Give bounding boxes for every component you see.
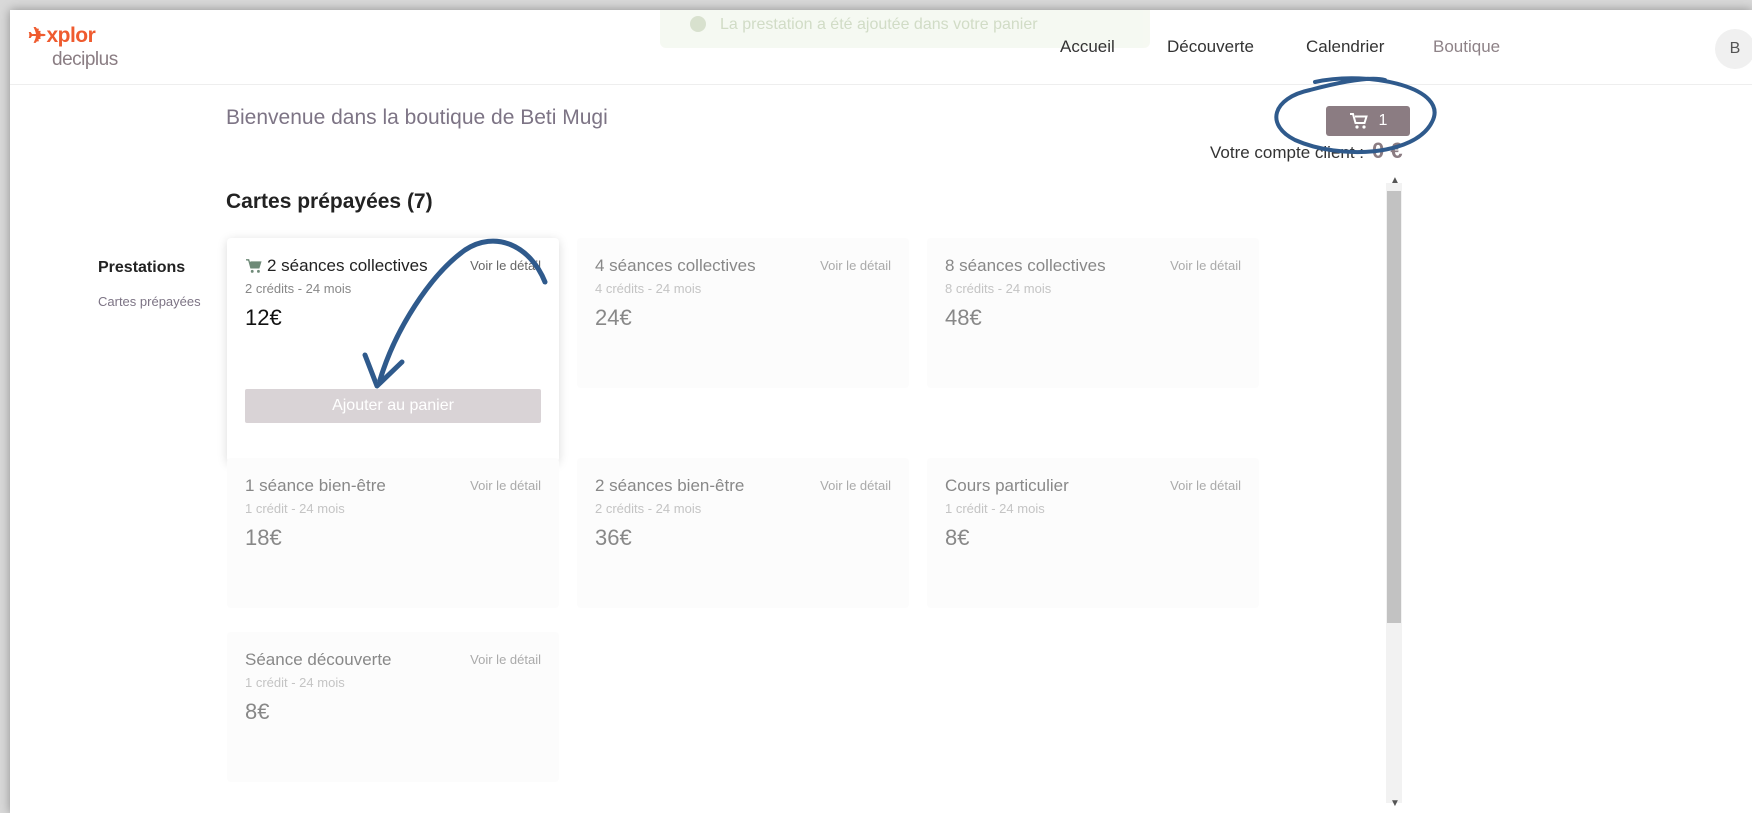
scrollbar-thumb[interactable]	[1387, 191, 1401, 623]
toast-text: La prestation a été ajoutée dans votre p…	[720, 16, 1038, 33]
card-title: Cours particulier	[945, 476, 1069, 495]
product-card-4-collectives[interactable]: 4 séances collectives Voir le détail 4 c…	[577, 238, 909, 388]
detail-link[interactable]: Voir le détail	[470, 652, 541, 667]
product-card-2-collectives[interactable]: 2 séances collectives Voir le détail 2 c…	[227, 238, 559, 462]
card-price: 12€	[245, 305, 282, 330]
card-price: 48€	[945, 305, 982, 330]
section-title: Cartes prépayées (7)	[226, 190, 433, 213]
detail-link[interactable]: Voir le détail	[470, 258, 541, 273]
product-card-seance-decouverte[interactable]: Séance découverte Voir le détail 1 crédi…	[227, 632, 559, 782]
logo-xplor: xplor	[46, 24, 96, 47]
nav-decouverte[interactable]: Découverte	[1167, 37, 1254, 57]
nav-calendrier[interactable]: Calendrier	[1306, 37, 1384, 57]
product-card-1-bien-etre[interactable]: 1 séance bien-être Voir le détail 1 créd…	[227, 458, 559, 608]
scroll-up-icon[interactable]: ▲	[1390, 175, 1400, 186]
rocket-icon: ✈	[28, 23, 47, 48]
card-title-text: 2 séances collectives	[267, 256, 428, 275]
top-bar: ✈ xplor deciplus La prestation a été ajo…	[10, 10, 1752, 85]
card-title: 2 séances bien-être	[595, 476, 745, 495]
product-card-8-collectives[interactable]: 8 séances collectives Voir le détail 8 c…	[927, 238, 1259, 388]
card-price: 8€	[245, 699, 270, 724]
product-card-cours-particulier[interactable]: Cours particulier Voir le détail 1 crédi…	[927, 458, 1259, 608]
card-title: 8 séances collectives	[945, 256, 1106, 275]
account-value: 0 €	[1372, 138, 1403, 163]
card-subtitle: 2 crédits - 24 mois	[595, 501, 702, 516]
app-window: ✈ xplor deciplus La prestation a été ajo…	[10, 10, 1752, 813]
cart-count: 1	[1378, 112, 1388, 129]
card-title: 1 séance bien-être	[245, 476, 386, 495]
card-price: 8€	[945, 525, 970, 550]
cart-icon	[246, 259, 262, 273]
add-to-cart-button[interactable]: Ajouter au panier	[245, 389, 541, 423]
logo-deciplus: deciplus	[52, 49, 118, 70]
card-subtitle: 8 crédits - 24 mois	[945, 281, 1052, 296]
cart-button[interactable]: 1	[1326, 106, 1410, 136]
scroll-down-icon[interactable]: ▼	[1390, 798, 1400, 809]
nav-boutique[interactable]: Boutique	[1433, 37, 1500, 57]
check-circle-icon	[690, 16, 706, 32]
detail-link[interactable]: Voir le détail	[820, 258, 891, 273]
card-price: 36€	[595, 525, 632, 550]
logo-top: ✈ xplor	[28, 23, 96, 48]
account-label: Votre compte client :	[1210, 143, 1365, 162]
card-price: 24€	[595, 305, 632, 330]
card-price: 18€	[245, 525, 282, 550]
card-subtitle: 4 crédits - 24 mois	[595, 281, 702, 296]
card-subtitle: 2 crédits - 24 mois	[245, 281, 352, 296]
card-title: Séance découverte	[245, 650, 392, 669]
card-subtitle: 1 crédit - 24 mois	[245, 675, 345, 690]
detail-link[interactable]: Voir le détail	[470, 478, 541, 493]
card-subtitle: 1 crédit - 24 mois	[945, 501, 1045, 516]
cart-icon	[1349, 113, 1368, 129]
page-title: Bienvenue dans la boutique de Beti Mugi	[226, 106, 608, 129]
sidebar-item-cartes-prepayees[interactable]: Cartes prépayées	[98, 294, 201, 309]
detail-link[interactable]: Voir le détail	[1170, 258, 1241, 273]
avatar[interactable]: B	[1715, 29, 1752, 69]
logo[interactable]: ✈ xplor deciplus	[28, 24, 148, 72]
sidebar-title: Prestations	[98, 259, 186, 276]
nav-accueil[interactable]: Accueil	[1060, 37, 1115, 57]
detail-link[interactable]: Voir le détail	[1170, 478, 1241, 493]
product-card-2-bien-etre[interactable]: 2 séances bien-être Voir le détail 2 cré…	[577, 458, 909, 608]
card-title: 2 séances collectives	[245, 256, 428, 276]
card-title: 4 séances collectives	[595, 256, 756, 275]
card-subtitle: 1 crédit - 24 mois	[245, 501, 345, 516]
detail-link[interactable]: Voir le détail	[820, 478, 891, 493]
